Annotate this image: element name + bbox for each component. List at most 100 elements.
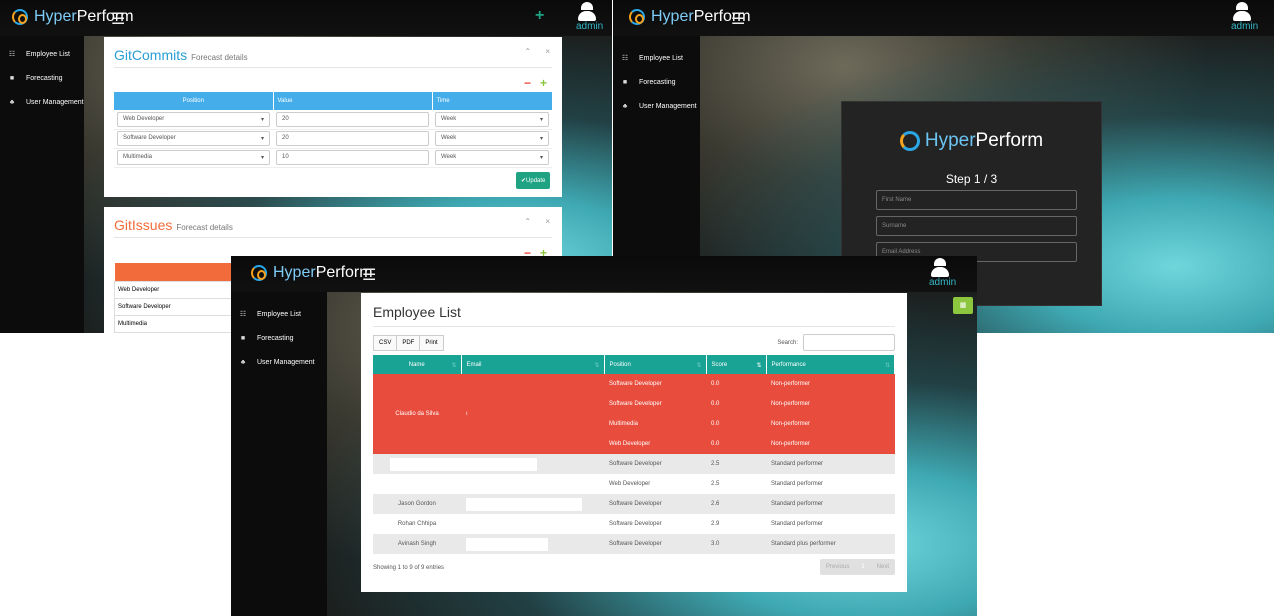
search-label: Search: (777, 339, 798, 346)
table-row: Software Developer ▾ 20 Week ▾ (114, 129, 552, 149)
briefcase-icon: ■ (240, 334, 246, 342)
table-row[interactable]: Jason Gordon Software Developer 2.6 Stan… (373, 494, 895, 514)
employee-list-window: HyperPerform ☰ admin ☷ Employee List ■ For… (231, 256, 977, 616)
user-avatar[interactable]: admin (929, 256, 956, 288)
update-button[interactable]: ✔Update (516, 172, 551, 189)
cell-performance: Standard performer (766, 494, 895, 514)
menu-toggle-icon[interactable]: ☰ (731, 9, 745, 29)
next-button[interactable]: Next (871, 559, 895, 575)
close-icon: × (545, 47, 556, 56)
column-header-score[interactable]: Score ⇅ (706, 355, 767, 374)
value-input[interactable]: 20 (276, 131, 429, 146)
sidebar-item-employee-list[interactable]: ☷ Employee List (613, 46, 700, 70)
sidebar-item-label: Forecasting (26, 74, 63, 82)
add-icon[interactable]: + (535, 7, 544, 25)
cell-redacted (373, 454, 604, 474)
sidebar-item-forecasting[interactable]: ■ Forecasting (231, 326, 327, 350)
cell-name: Jason Gordon (373, 494, 461, 514)
sidebar-item-user-management[interactable]: ♣ User Management (613, 94, 700, 118)
column-header[interactable]: Value (272, 92, 432, 110)
table-info: Showing 1 to 9 of 9 entries (373, 565, 445, 571)
value-input[interactable]: 20 (276, 111, 429, 127)
sidebar-item-forecasting[interactable]: ■ Forecasting (0, 66, 84, 90)
collapse-icon: ⌃ (524, 47, 538, 56)
briefcase-icon: ■ (9, 74, 15, 82)
cell-name: Claudio da Silva (373, 374, 461, 454)
sidebar-item-employee-list[interactable]: ☷ Employee List (0, 42, 84, 66)
cell-position: Web Developer (604, 434, 706, 454)
users-icon: ☷ (8, 51, 16, 58)
column-header-position[interactable]: Position ⇅ (604, 355, 707, 374)
user-label: admin (576, 21, 604, 32)
column-header[interactable]: Time (431, 92, 552, 110)
cell-score: 3.0 (706, 534, 766, 554)
brand-logo[interactable]: HyperPerform (251, 264, 373, 282)
user-avatar[interactable]: admin (576, 0, 604, 32)
sidebar-item-label: Employee List (639, 54, 683, 62)
time-select[interactable]: Week ▾ (435, 111, 549, 127)
redacted-block (466, 497, 582, 511)
panel-controls[interactable]: ⌃ × (524, 47, 556, 56)
menu-toggle-icon[interactable]: ☰ (362, 265, 376, 285)
step-indicator: Step 1 / 3 (945, 172, 998, 186)
position-select[interactable]: Multimedia ▾ (117, 150, 270, 165)
csv-button[interactable]: CSV (373, 335, 398, 351)
cell-performance: Standard performer (766, 454, 895, 474)
value-input[interactable]: 10 (276, 150, 429, 165)
cell-score: 2.9 (706, 514, 766, 534)
time-select[interactable]: Week ▾ (435, 131, 549, 146)
table-row[interactable]: Software Developer 2.5 Standard performe… (373, 454, 895, 474)
cell-score: 0.0 (706, 374, 766, 394)
close-icon: × (545, 217, 556, 226)
sidebar-item-forecasting[interactable]: ■ Forecasting (613, 70, 700, 94)
panel-controls[interactable]: ⌃ × (524, 217, 556, 226)
user-avatar[interactable]: admin (1231, 0, 1258, 32)
top-navbar: HyperPerform ☰ admin (613, 0, 1274, 36)
cell-email (461, 474, 604, 494)
surname-field[interactable]: Surname (876, 216, 1077, 236)
users-icon: ☷ (621, 55, 629, 62)
column-header-email[interactable]: Email ⇅ (461, 355, 605, 374)
time-select[interactable]: Week ▾ (435, 150, 549, 165)
sidebar-item-employee-list[interactable]: ☷ Employee List (231, 302, 327, 326)
column-header-performance[interactable]: Performance ⇅ (766, 355, 895, 374)
redacted-block (466, 537, 548, 551)
print-button[interactable]: Print (419, 335, 444, 351)
sidebar-item-label: User Management (26, 98, 84, 106)
previous-button[interactable]: Previous (820, 559, 855, 575)
remove-row-button[interactable]: − (524, 76, 531, 90)
first-name-field[interactable]: First Name (876, 190, 1077, 210)
position-select[interactable]: Web Developer ▾ (117, 111, 270, 127)
cell-performance: Non-performer (766, 374, 895, 394)
cell-score: 0.0 (706, 434, 766, 454)
calendar-icon[interactable]: ▦ (953, 297, 973, 314)
cell-name: Avinash Singh (373, 534, 461, 554)
cell-performance: Non-performer (766, 434, 895, 454)
cell-position: Software Developer (604, 374, 706, 394)
sidebar-item-label: Employee List (257, 310, 301, 318)
page-button[interactable]: 1 (855, 559, 870, 575)
column-header[interactable]: Position (114, 92, 273, 110)
sidebar-item-user-management[interactable]: ♣ User Management (0, 90, 84, 114)
table-row[interactable]: Web Developer 2.5 Standard performer (373, 474, 895, 494)
cell-position: Software Developer (604, 454, 706, 474)
cell-position: Web Developer (604, 474, 706, 494)
user-group-icon: ♣ (9, 98, 15, 106)
pdf-button[interactable]: PDF (396, 335, 421, 351)
table-row[interactable]: Claudio da Silva ı Software Developer 0.… (373, 374, 895, 454)
sidebar-item-user-management[interactable]: ♣ User Management (231, 350, 327, 374)
table-row[interactable]: Rohan Chhipa Software Developer 2.9 Stan… (373, 514, 895, 534)
user-group-icon: ♣ (622, 102, 628, 110)
search-input[interactable] (803, 334, 895, 351)
sidebar-item-label: Forecasting (639, 78, 676, 86)
employee-list-card: Employee List CSV PDF Print Search: Name… (361, 293, 907, 592)
add-row-button[interactable]: + (540, 76, 547, 90)
position-select[interactable]: Software Developer ▾ (117, 131, 270, 146)
brand-light: Hyper (651, 8, 694, 25)
cell-score: 2.6 (706, 494, 766, 514)
sidebar-item-label: Employee List (26, 50, 70, 58)
menu-toggle-icon[interactable]: ☰ (111, 9, 125, 29)
table-row[interactable]: Avinash Singh Software Developer 3.0 Sta… (373, 534, 895, 554)
column-header-name[interactable]: Name ⇅ (373, 355, 462, 374)
cell-email: ı (461, 374, 604, 454)
